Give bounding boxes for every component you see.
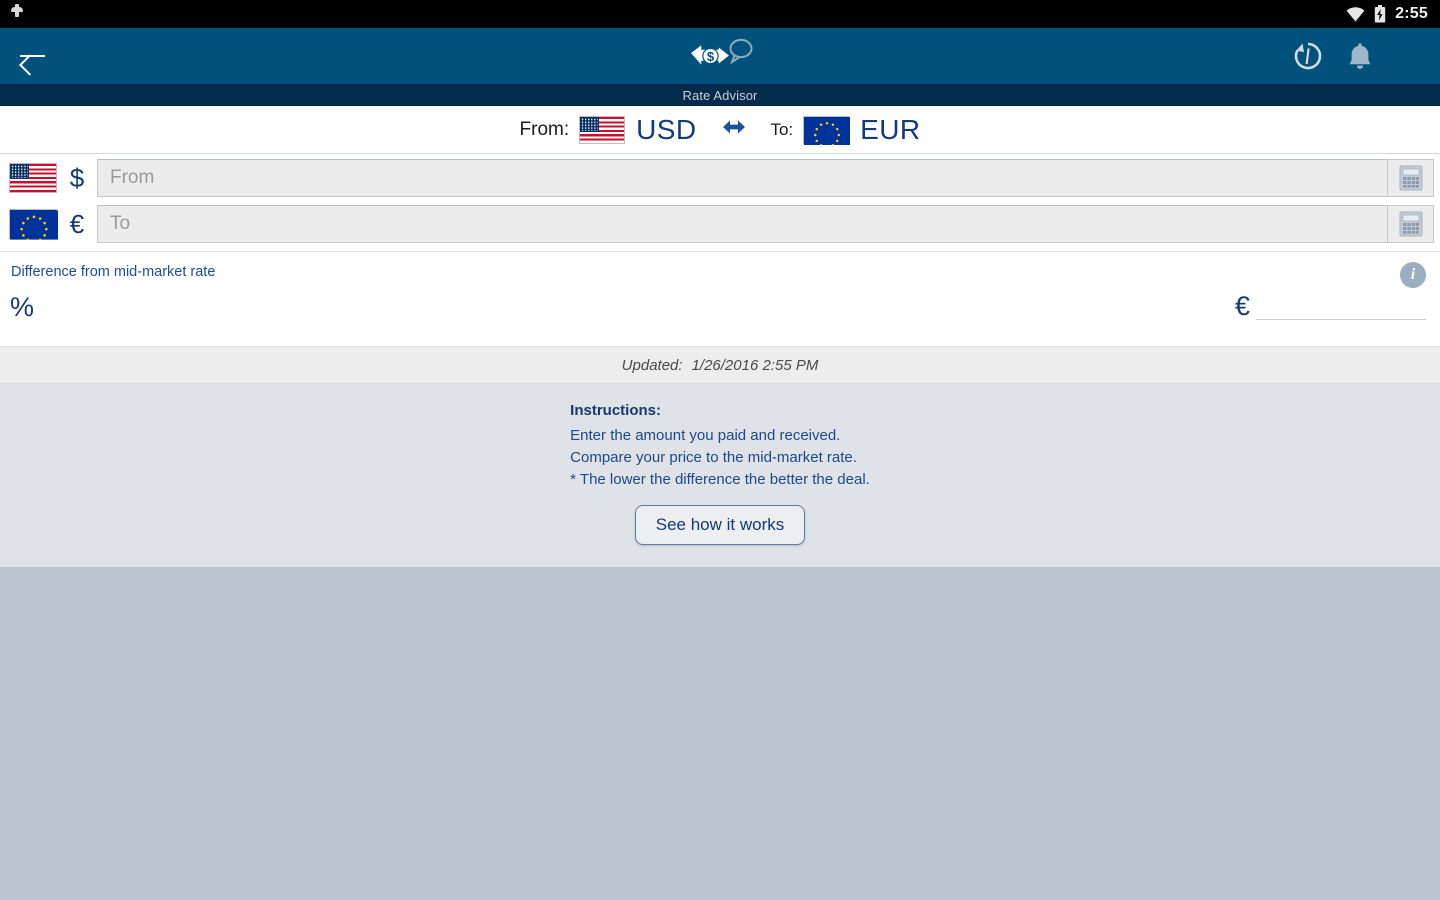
- status-bar-left: [10, 4, 24, 24]
- difference-section: Difference from mid-market rate i % €: [0, 251, 1440, 346]
- calculator-icon[interactable]: [1388, 205, 1434, 243]
- page-content: From: USD To: EUR $ From € To Difference…: [0, 106, 1440, 900]
- amount-entry-section: $ From € To: [0, 154, 1440, 251]
- see-how-it-works-wrap: See how it works: [0, 505, 1440, 545]
- us-flag-icon: [9, 163, 57, 193]
- empty-area: [0, 567, 1440, 900]
- row-flag-eu: [9, 209, 58, 240]
- from-label: From:: [519, 118, 570, 140]
- amount-row-to: €: [0, 203, 1440, 245]
- see-how-it-works-button[interactable]: See how it works: [634, 505, 806, 545]
- calculator-icon[interactable]: [1388, 159, 1434, 197]
- status-bar-clock: 2:55: [1395, 5, 1428, 22]
- battery-charging-icon: [1374, 5, 1386, 23]
- updated-timestamp: 1/26/2016 2:55 PM: [691, 356, 819, 374]
- app-bar: $: [0, 28, 1440, 84]
- app-bar-actions: [1292, 28, 1424, 84]
- row-flag-us: [9, 163, 57, 193]
- difference-percent-symbol: %: [10, 292, 35, 322]
- updated-bar: Updated: 1/26/2016 2:55 PM: [0, 346, 1440, 384]
- app-screen: 2:55 $ Rate Advisor From: USD To: EUR $ …: [0, 0, 1440, 900]
- page-title-bar: Rate Advisor: [0, 84, 1440, 106]
- difference-title: Difference from mid-market rate: [11, 264, 216, 280]
- instructions-line-1: Enter the amount you paid and received.: [570, 427, 841, 444]
- notifications-bell-icon[interactable]: [1346, 41, 1374, 71]
- from-currency-symbol: $: [69, 162, 85, 193]
- usb-icon: [10, 4, 24, 24]
- difference-amount-group: €: [1235, 292, 1440, 320]
- difference-currency-symbol: €: [1234, 291, 1250, 321]
- info-icon[interactable]: i: [1400, 262, 1426, 288]
- to-amount-input[interactable]: [97, 205, 1388, 243]
- page-title: Rate Advisor: [682, 87, 758, 103]
- history-icon[interactable]: [1292, 40, 1324, 72]
- instructions-section: Instructions: Enter the amount you paid …: [0, 384, 1440, 567]
- us-flag-icon[interactable]: [579, 115, 626, 144]
- money-transfer-chat-logo: $: [682, 33, 758, 79]
- from-currency-code[interactable]: USD: [636, 114, 696, 146]
- currency-pair-selector: From: USD To: EUR: [0, 106, 1440, 154]
- amount-row-from: $: [0, 157, 1440, 199]
- android-status-bar: 2:55: [0, 0, 1440, 28]
- difference-amount-input[interactable]: [1256, 292, 1426, 320]
- to-label: To:: [770, 119, 794, 139]
- eu-flag-icon: [9, 209, 58, 240]
- updated-label: Updated:: [621, 356, 683, 374]
- wifi-icon: [1346, 6, 1365, 22]
- menu-hamburger-icon[interactable]: [1396, 45, 1424, 67]
- to-currency-code[interactable]: EUR: [860, 114, 920, 146]
- difference-values-row: % €: [0, 292, 1440, 323]
- to-currency-symbol: €: [69, 208, 85, 239]
- swap-arrows-icon[interactable]: [714, 115, 754, 144]
- back-arrow-icon: [17, 44, 47, 68]
- svg-text:$: $: [707, 49, 715, 64]
- eu-flag-icon[interactable]: [803, 115, 851, 145]
- from-amount-input[interactable]: [97, 159, 1388, 197]
- info-glyph: i: [1410, 266, 1416, 283]
- instructions-text-block: Instructions: Enter the amount you paid …: [570, 402, 870, 491]
- back-button[interactable]: [0, 28, 64, 84]
- status-bar-right: 2:55: [1346, 5, 1428, 23]
- instructions-title: Instructions:: [570, 402, 662, 419]
- instructions-line-3: * The lower the difference the better th…: [570, 471, 870, 488]
- instructions-line-2: Compare your price to the mid-market rat…: [570, 449, 857, 466]
